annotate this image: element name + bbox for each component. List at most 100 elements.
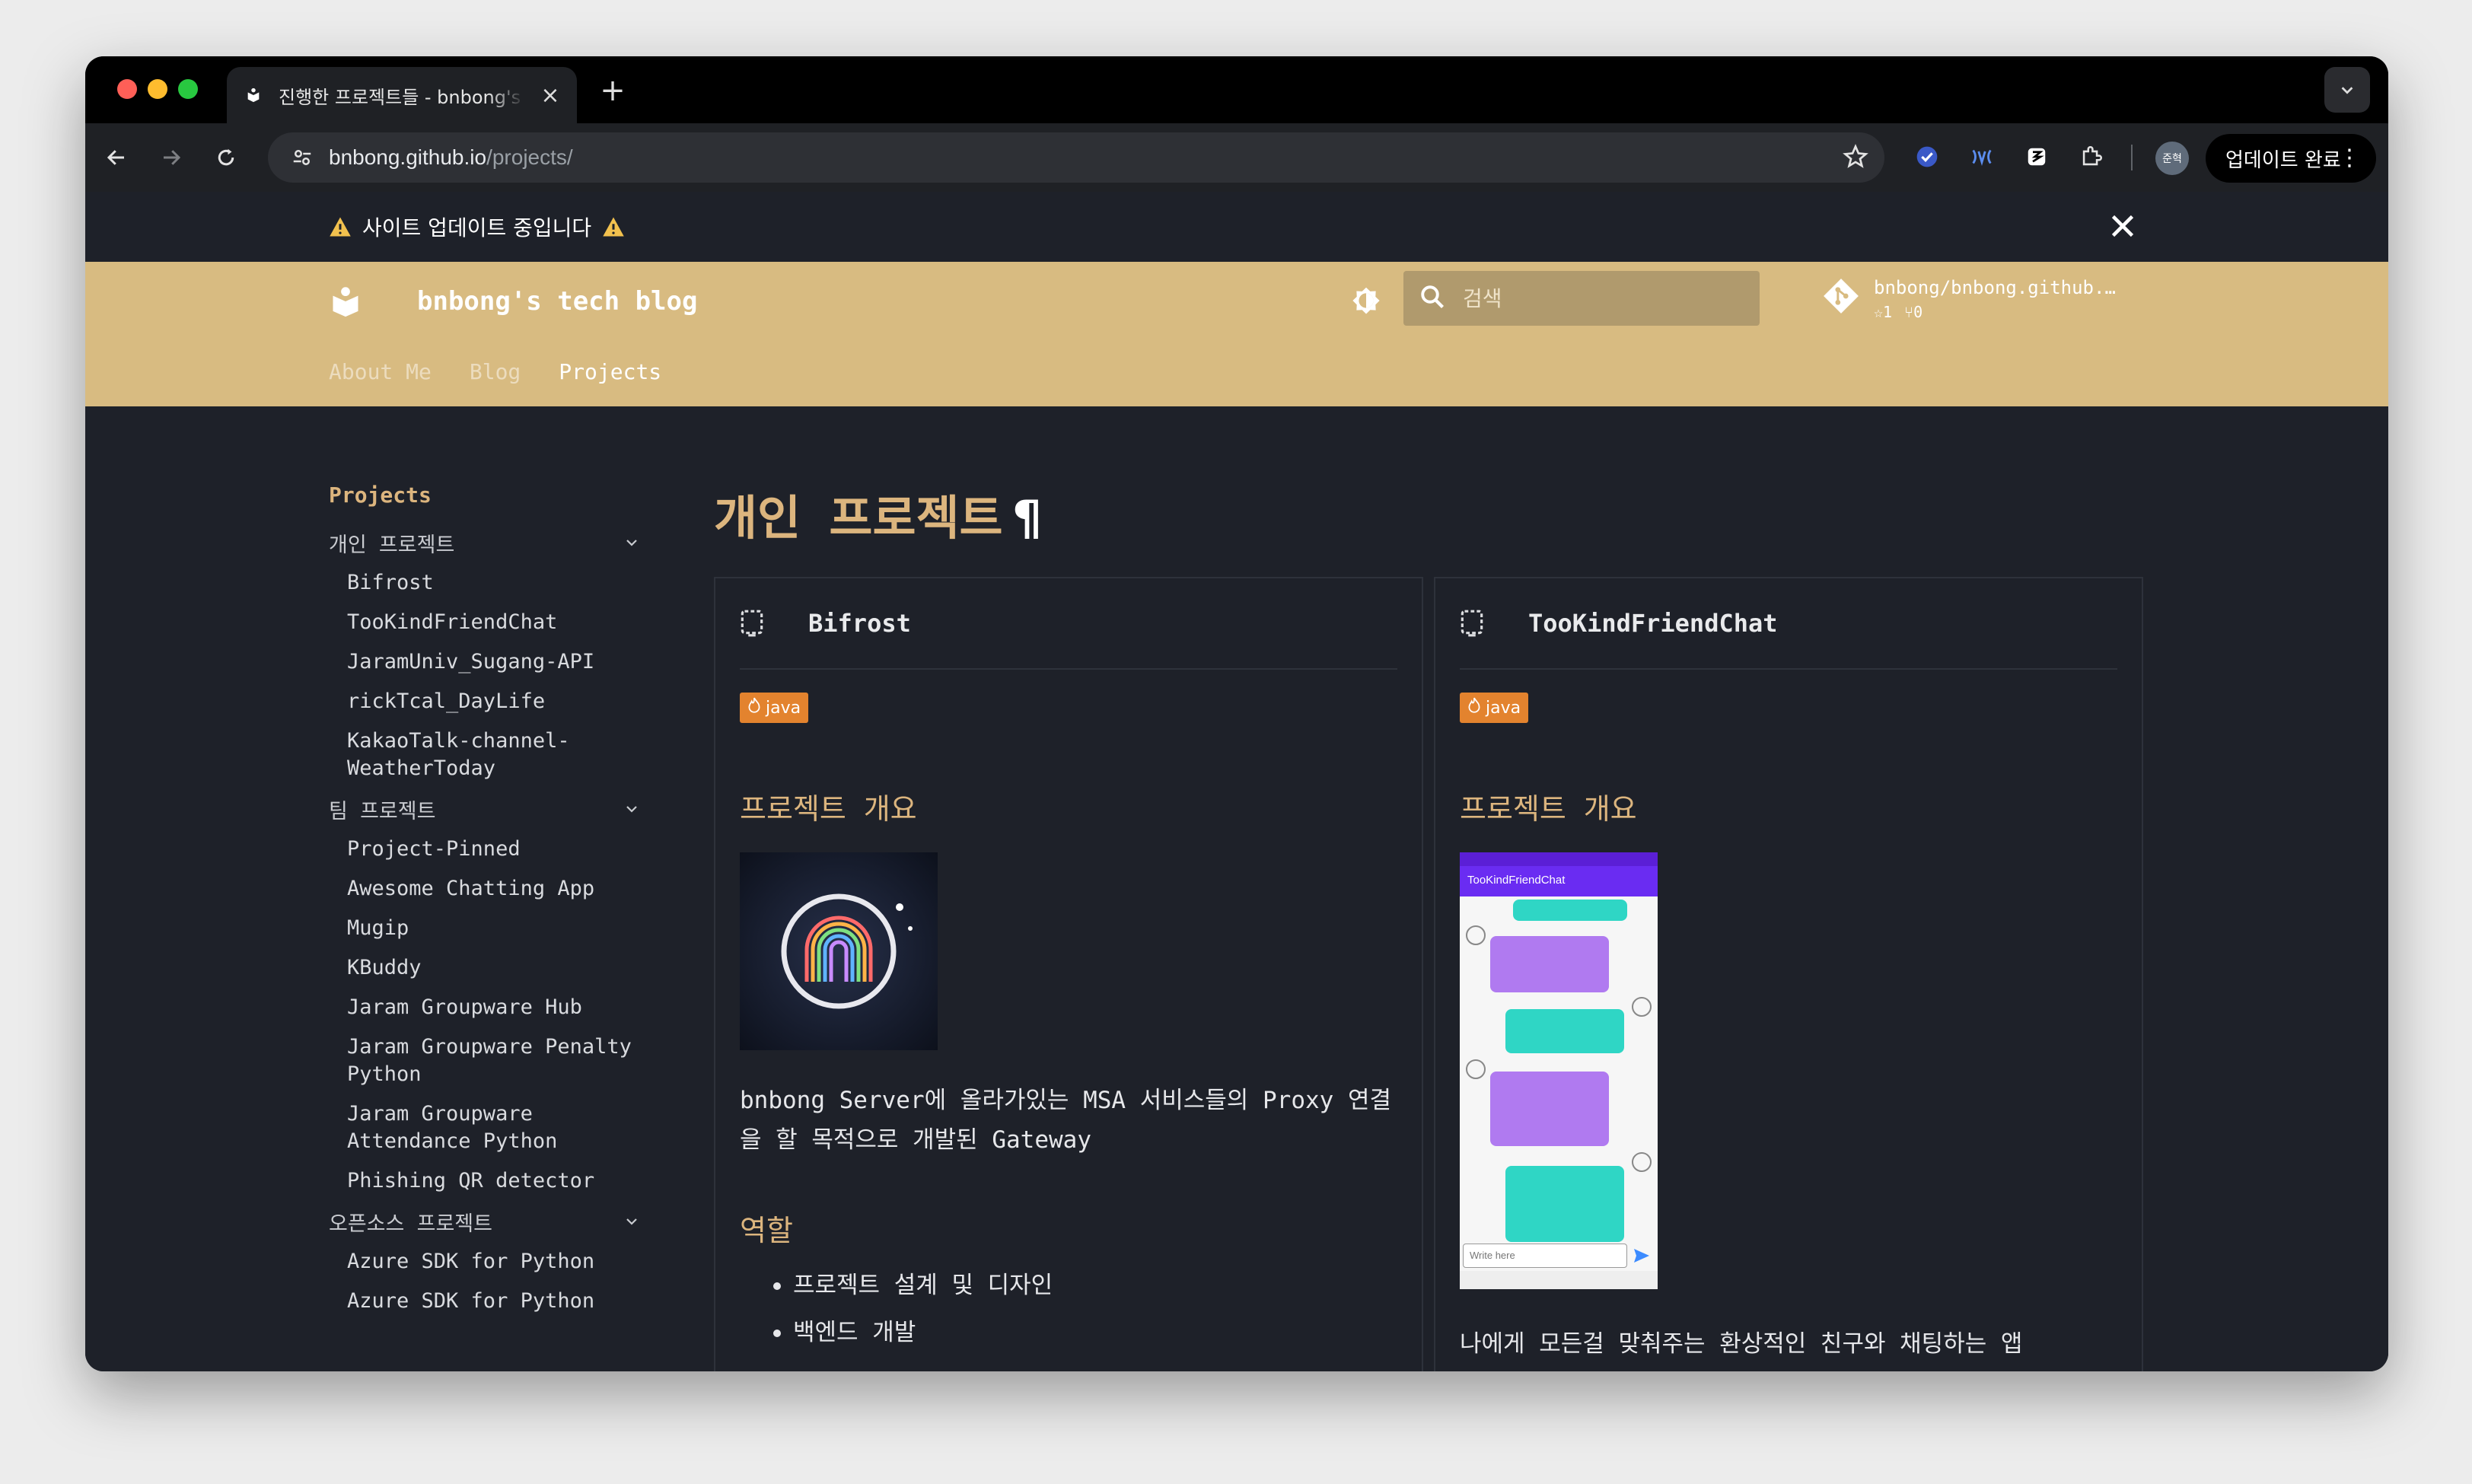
announcement-text: 사이트 업데이트 중입니다 [362,215,592,240]
close-window-button[interactable] [117,79,137,99]
sidebar-item-bifrost[interactable]: Bifrost [329,563,648,603]
permalink-anchor[interactable]: ¶ [1014,490,1042,546]
sidebar-item-jaram-groupware-hub[interactable]: Jaram Groupware Hub [329,988,648,1027]
sidebar-item-awesome-chatting-app[interactable]: Awesome Chatting App [329,869,648,909]
brightness-icon [1352,287,1380,314]
sidebar-section-label: 팀 프로젝트 [329,799,436,823]
extension-notion-icon[interactable] [2021,142,2052,172]
site-settings-icon[interactable] [276,146,329,169]
forward-button[interactable] [152,139,190,177]
maximize-window-button[interactable] [178,79,198,99]
browser-window: 진행한 프로젝트들 - bnbong's tech blog × + bnbon… [85,56,2388,1371]
site-favicon-icon [242,84,265,107]
overview-heading: 프로젝트 개요 [1460,792,1637,826]
page-title: 개인 프로젝트 ¶ [714,479,2160,548]
repo-link[interactable]: bnbong/bnbong.github.io ☆1 ⑂0 [1822,277,2125,321]
sidebar-item-ricktcal-daylife[interactable]: rickTcal_DayLife [329,682,648,721]
close-announcement-button[interactable] [2104,207,2142,245]
back-button[interactable] [97,139,135,177]
project-description: 나에게 모든걸 맞춰주는 환상적인 친구와 채팅하는 앱 [1460,1330,2023,1358]
browser-tab[interactable]: 진행한 프로젝트들 - bnbong's tech blog × [227,67,577,123]
chevron-down-icon [626,540,637,546]
device-icon [741,610,763,637]
minimize-window-button[interactable] [148,79,167,99]
sidebar-heading[interactable]: Projects [329,482,648,522]
nav-tab-blog[interactable]: Blog [470,359,521,384]
language-tag[interactable]: java [740,693,809,723]
more-menu-icon[interactable]: ⋮ [2338,145,2361,171]
chat-bubble [1490,936,1609,992]
sidebar-item-project-pinned[interactable]: Project-Pinned [329,830,648,869]
main-content: 개인 프로젝트 ¶ Bifrost java 프로젝트 개요 bnbong Se… [714,479,2160,1371]
profile-avatar[interactable]: 준혁 [2155,142,2189,175]
page-content: Projects 개인 프로젝트 Bifrost TooKindFriendCh… [85,406,2388,1371]
fork-icon: ⑂ [1904,303,1914,321]
nav-tab-about-me[interactable]: About Me [329,359,432,384]
sidebar-item-jaram-groupware-attendance-python[interactable]: Jaram Groupware Attendance Python [329,1094,588,1161]
site-header: bnbong's tech blog bnbong/bnbong.github.… [85,262,2388,406]
sidebar-item-jaramuniv-sugang-api[interactable]: JaramUniv_Sugang-API [329,642,648,682]
sidebar-section-opensource[interactable]: 오픈소스 프로젝트 [329,1201,648,1242]
theme-toggle-button[interactable] [1349,283,1387,321]
extension-wave-icon[interactable] [1967,142,1997,172]
tab-strip: 진행한 프로젝트들 - bnbong's tech blog × + [85,56,2388,123]
tag-label: java [766,698,801,718]
sidebar-item-kakaotalk-channel-weathertoday[interactable]: KakaoTalk-channel-WeatherToday [329,721,603,788]
chat-bubble [1505,1009,1624,1053]
language-tag[interactable]: java [1460,693,1529,723]
sidebar-section-team[interactable]: 팀 프로젝트 [329,788,648,830]
sidebar-item-phishing-qr-detector[interactable]: Phishing QR detector [329,1161,648,1201]
sidebar-item-tookindfriendchat[interactable]: TooKindFriendChat [329,603,648,642]
phone-nav-bar [1460,1271,1658,1289]
update-complete-button[interactable]: 업데이트 완료 ⋮ [2206,134,2376,183]
search-box[interactable] [1403,271,1760,326]
warning-icon [603,217,624,237]
reload-button[interactable] [207,139,245,177]
sidebar-item-mugip[interactable]: Mugip [329,909,648,948]
tab-close-icon[interactable]: × [539,82,562,109]
site-title[interactable]: bnbong's tech blog [417,286,697,317]
warning-icon [330,217,351,237]
user-avatar [1632,997,1652,1017]
sidebar-item-jaram-groupware-penalty-python[interactable]: Jaram Groupware Penalty Python [329,1027,648,1094]
card-header: Bifrost [740,578,1397,670]
sidebar-item-azure-sdk-python[interactable]: Azure SDK for Python [329,1242,648,1282]
sidebar-nav: Projects 개인 프로젝트 Bifrost TooKindFriendCh… [329,482,648,1321]
tab-title: 진행한 프로젝트들 - bnbong's tech blog [279,86,525,108]
chat-bubble [1505,1166,1624,1242]
announcement-bar: 사이트 업데이트 중입니다 [85,192,2388,262]
role-item: 백엔드 개발 [773,1309,1053,1356]
nav-tab-projects[interactable]: Projects [559,359,661,384]
git-icon [1824,279,1859,314]
arrow-left-icon [107,150,124,165]
phone-status-bar [1460,852,1658,866]
card-title[interactable]: TooKindFriendChat [1528,609,1778,638]
overview-heading: 프로젝트 개요 [740,792,917,826]
star-icon: ☆ [1874,303,1884,321]
role-list: 프로젝트 설계 및 디자인 백엔드 개발 [773,1262,1053,1356]
card-header: TooKindFriendChat [1460,578,2117,670]
url-path: /projects/ [486,145,573,169]
update-button-label: 업데이트 완료 [2225,148,2341,172]
device-icon [1461,610,1483,637]
sidebar-item-azure-sdk-python[interactable]: Azure SDK for Python [329,1282,648,1321]
sidebar-section-personal[interactable]: 개인 프로젝트 [329,522,648,563]
new-tab-button[interactable]: + [594,72,632,110]
app-screenshot-image: TooKindFriendChat Write here [1460,852,1658,1289]
friend-avatar [1466,1059,1486,1079]
site-logo-icon[interactable] [329,285,367,323]
tab-search-button[interactable] [2324,67,2370,113]
sidebar-item-kbuddy[interactable]: KBuddy [329,948,648,988]
search-input[interactable] [1463,285,1752,311]
flame-icon [747,697,761,718]
repo-stats: ☆1 ⑂0 [1874,303,2125,321]
address-bar[interactable]: bnbong.github.io/projects/ [268,132,1884,183]
bookmark-star-icon[interactable] [1842,143,1869,174]
chevron-down-icon [626,806,637,813]
extensions-puzzle-icon[interactable] [2076,142,2107,172]
card-title[interactable]: Bifrost [808,609,911,638]
extension-check-icon[interactable] [1912,142,1942,172]
site-nav-tabs: About Me Blog Projects [329,359,661,384]
phone-app-title: TooKindFriendChat [1460,866,1658,896]
chevron-down-icon [2341,87,2353,94]
